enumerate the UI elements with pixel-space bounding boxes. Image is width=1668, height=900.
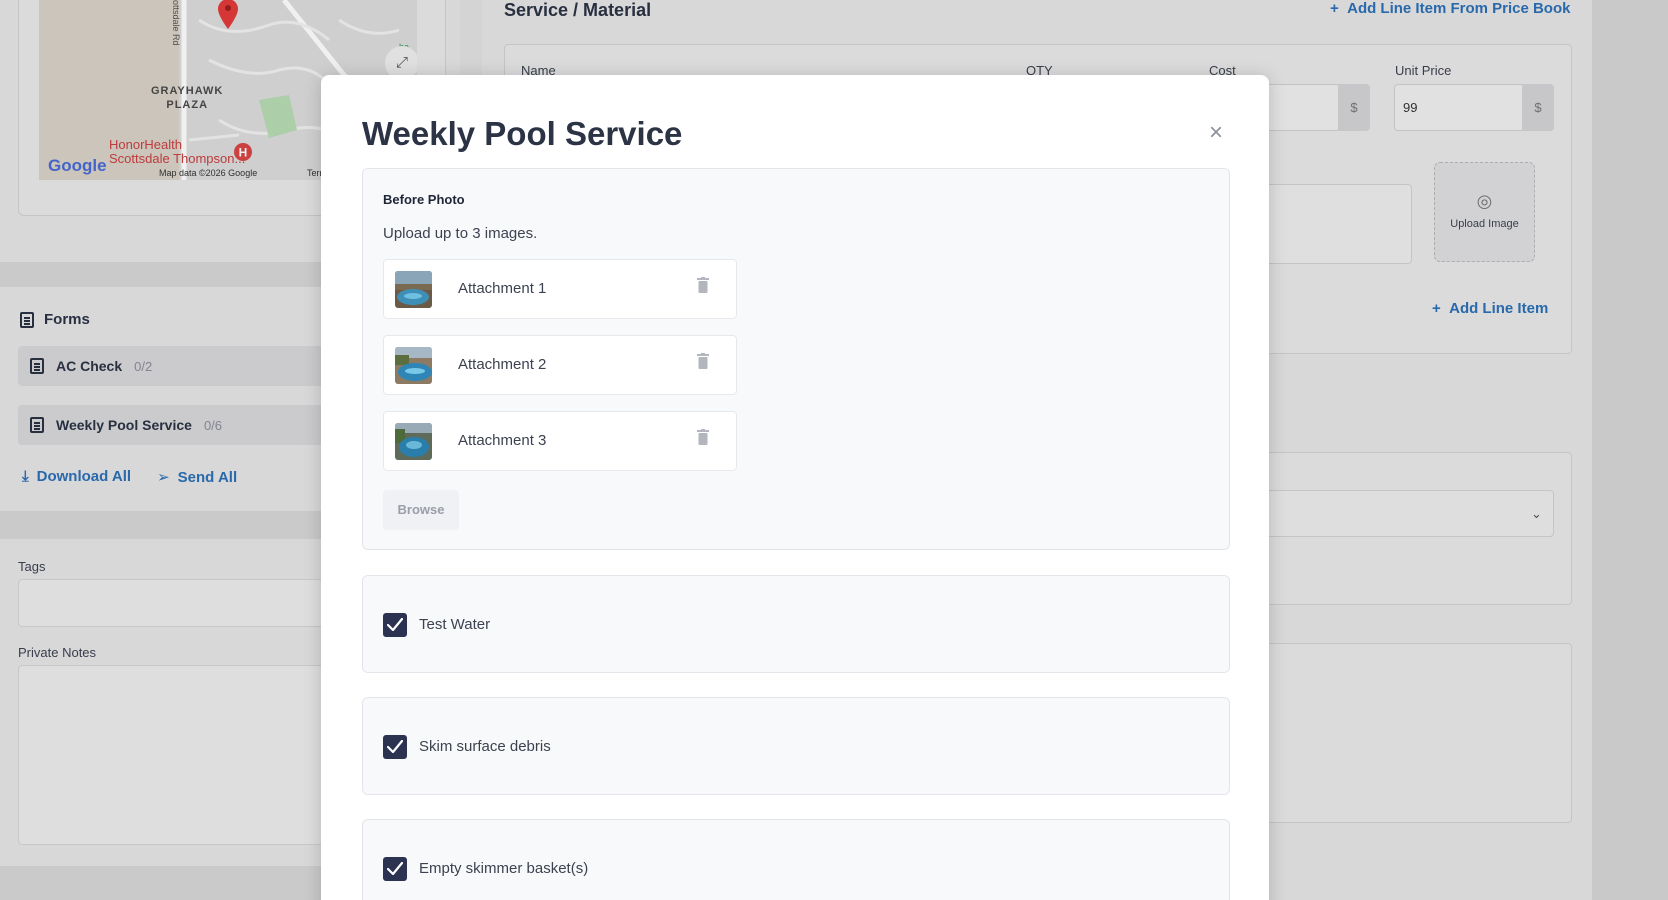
before-photo-label: Before Photo <box>383 192 465 207</box>
checklist-item: Empty skimmer basket(s) <box>362 819 1230 900</box>
browse-button[interactable]: Browse <box>383 490 459 530</box>
checklist-item: Skim surface debris <box>362 697 1230 795</box>
attachment-thumbnail[interactable] <box>395 347 432 384</box>
pool-photo-image <box>395 271 432 308</box>
before-photo-hint: Upload up to 3 images. <box>383 225 538 242</box>
attachment-name: Attachment 2 <box>458 356 547 373</box>
checklist-item: Test Water <box>362 575 1230 673</box>
attachment-name: Attachment 3 <box>458 432 547 449</box>
before-photo-section: Before Photo Upload up to 3 images. Atta… <box>362 168 1230 550</box>
pool-photo-image <box>395 347 432 384</box>
trash-icon[interactable] <box>697 353 709 369</box>
attachment-item[interactable]: Attachment 2 <box>383 335 737 395</box>
pool-photo-image <box>395 423 432 460</box>
modal-title: Weekly Pool Service <box>362 115 683 152</box>
trash-icon[interactable] <box>697 277 709 293</box>
attachment-item[interactable]: Attachment 3 <box>383 411 737 471</box>
checklist-label: Empty skimmer basket(s) <box>419 860 589 877</box>
attachment-item[interactable]: Attachment 1 <box>383 259 737 319</box>
checkbox-checked[interactable] <box>383 735 407 759</box>
attachment-thumbnail[interactable] <box>395 271 432 308</box>
attachment-thumbnail[interactable] <box>395 423 432 460</box>
checklist-label: Skim surface debris <box>419 738 551 755</box>
checkmark-icon <box>387 618 403 631</box>
close-icon[interactable]: × <box>1209 121 1223 145</box>
form-modal: Weekly Pool Service × Before Photo Uploa… <box>321 75 1269 900</box>
checkmark-icon <box>387 862 403 875</box>
checkmark-icon <box>387 740 403 753</box>
attachment-name: Attachment 1 <box>458 280 547 297</box>
checkbox-checked[interactable] <box>383 857 407 881</box>
trash-icon[interactable] <box>697 429 709 445</box>
checkbox-checked[interactable] <box>383 613 407 637</box>
checklist-label: Test Water <box>419 616 491 633</box>
